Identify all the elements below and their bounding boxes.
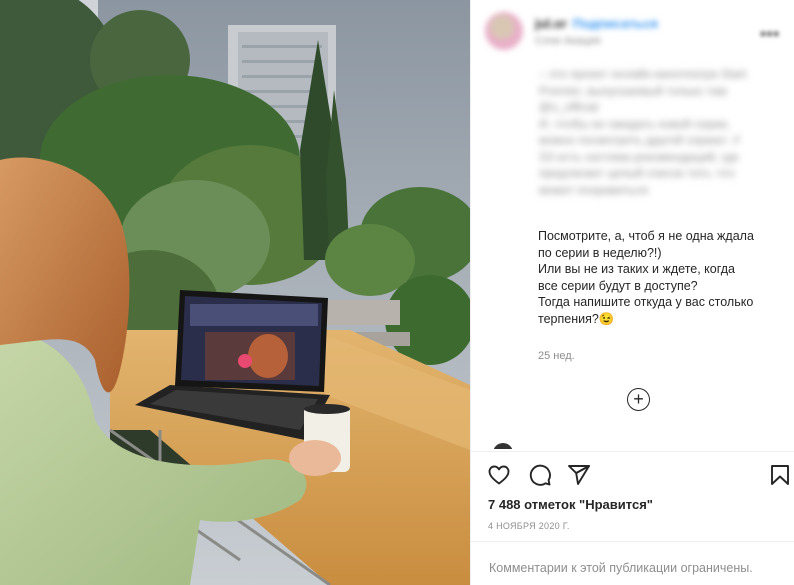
location-link[interactable]: Сочи Акация bbox=[535, 35, 658, 47]
bookmark-icon[interactable] bbox=[767, 462, 793, 488]
caption-blurred: – это проект онлайн-кинотеатра Start Pre… bbox=[539, 66, 779, 198]
post-time-ago[interactable]: 25 нед. bbox=[538, 350, 575, 362]
follow-button[interactable]: Подписаться bbox=[573, 16, 658, 31]
caption-blurred-line: И, чтобы не ожидать новой серии, bbox=[539, 116, 731, 131]
likes-count[interactable]: 7 488 отметок "Нравится" bbox=[488, 497, 653, 512]
post-sidebar: jul.or Подписаться Сочи Акация ••• – это … bbox=[470, 0, 794, 585]
comment-icon[interactable] bbox=[527, 462, 553, 488]
caption-line: все серии будут в доступе? bbox=[538, 278, 698, 293]
caption-blurred-line: @o_official bbox=[539, 100, 599, 114]
plus-circle-icon[interactable]: + bbox=[627, 388, 650, 411]
caption-blurred-line: S3 есть система рекомендаций, где bbox=[539, 149, 739, 164]
caption-line: Или вы не из таких и ждете, когда bbox=[538, 262, 735, 276]
comment-avatar[interactable] bbox=[493, 443, 513, 449]
divider bbox=[471, 541, 794, 542]
caption-blurred-line: – это проект онлайн-кинотеатра Start bbox=[539, 67, 747, 81]
caption-blurred-line: Premier, выпускаемый только там bbox=[539, 83, 727, 98]
caption-line: по серии в неделю?!) bbox=[538, 245, 662, 260]
username-link[interactable]: jul.or bbox=[535, 16, 567, 31]
caption-blurred-line: может понравиться. bbox=[539, 182, 651, 197]
caption-line: Тогда напишите откуда у вас столько bbox=[538, 295, 754, 309]
post-header: jul.or Подписаться Сочи Акация bbox=[471, 0, 794, 62]
post-date[interactable]: 4 НОЯБРЯ 2020 Г. bbox=[488, 521, 570, 531]
header-line: jul.or Подписаться bbox=[535, 16, 658, 31]
more-horizontal-icon[interactable]: ••• bbox=[760, 26, 780, 44]
caption-blurred-line: предлагают целый список того, что bbox=[539, 166, 735, 180]
action-bar bbox=[471, 452, 794, 496]
avatar[interactable] bbox=[485, 12, 523, 50]
heart-icon[interactable] bbox=[486, 462, 512, 488]
caption-line: Посмотрите, а, чтоб я не одна ждала bbox=[538, 229, 754, 243]
send-icon[interactable] bbox=[566, 462, 592, 488]
caption-blurred-line: можно посмотреть другой сериал. У bbox=[539, 133, 741, 147]
header-text: jul.or Подписаться Сочи Акация bbox=[535, 16, 658, 47]
comments-limited-notice: Комментарии к этой публикации ограничены… bbox=[489, 561, 753, 575]
post-caption: Посмотрите, а, чтоб я не одна ждала по с… bbox=[538, 228, 788, 327]
caption-line: терпения?😉 bbox=[538, 311, 615, 326]
post-photo[interactable] bbox=[0, 0, 470, 585]
